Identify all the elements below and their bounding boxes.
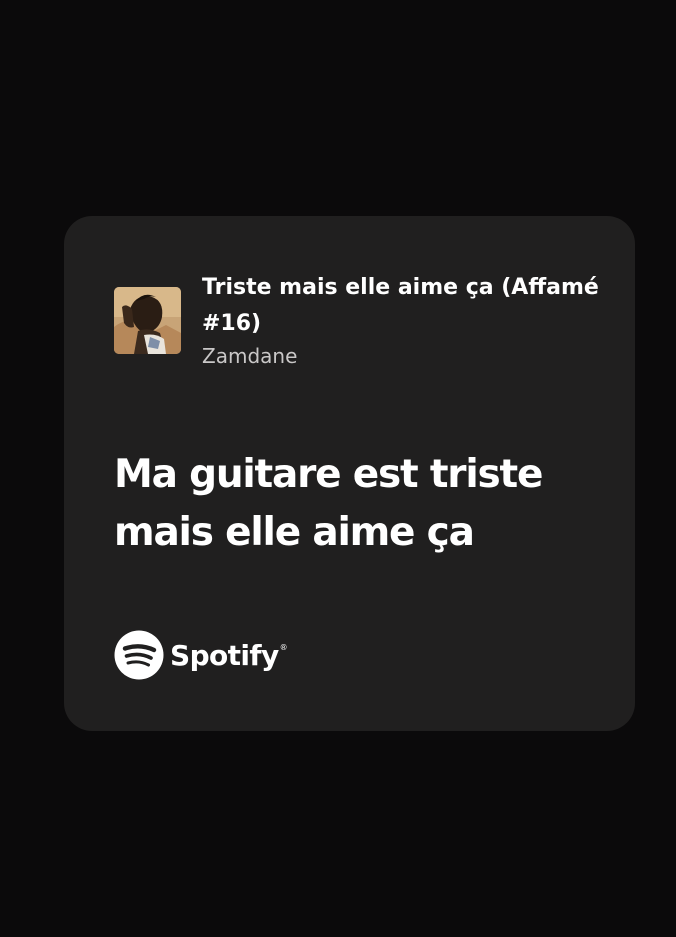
artist-name: Zamdane [202,344,298,368]
album-cover-image [114,287,181,354]
track-title: Triste mais elle aime ça (Affamé #16) [202,275,599,336]
album-cover-art [114,287,181,354]
spotify-wordmark: Spotify [170,638,279,672]
spotify-logo-icon [114,630,164,680]
trademark-symbol: ® [279,643,288,652]
lyrics-share-card: Triste mais elle aime ça (Affamé #16) Za… [64,216,635,731]
spotify-brand: Spotify ® [114,629,288,681]
lyric-quote: Ma guitare est triste mais elle aime ça [114,452,543,555]
